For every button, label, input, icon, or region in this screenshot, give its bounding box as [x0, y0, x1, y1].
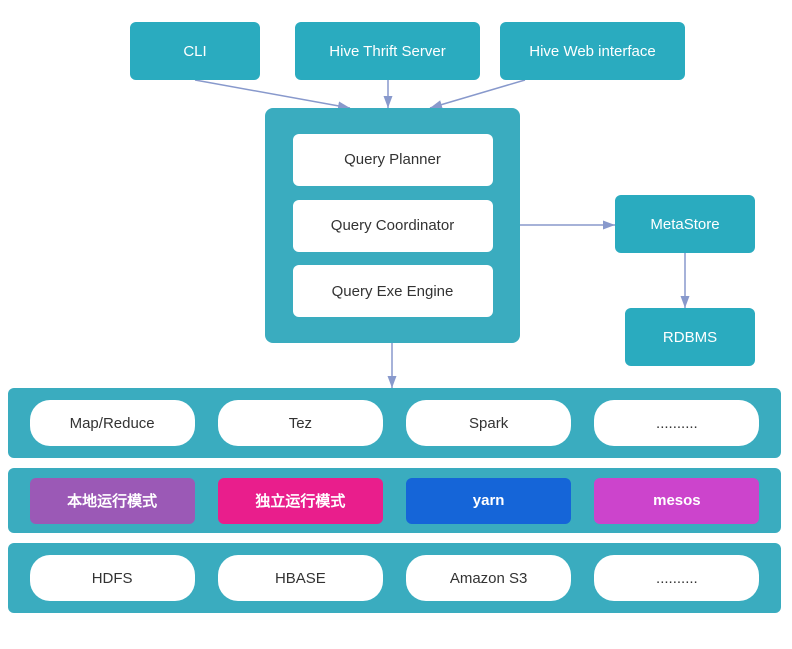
- query-coordinator-label: Query Coordinator: [331, 217, 454, 234]
- exec-other: ..........: [594, 400, 759, 446]
- mode-standalone: 独立运行模式: [218, 478, 383, 524]
- cli-label: CLI: [183, 43, 206, 60]
- storage-other: ..........: [594, 555, 759, 601]
- storage-row: HDFS HBASE Amazon S3 ..........: [8, 543, 781, 613]
- driver-box: Query Planner Query Coordinator Query Ex…: [265, 108, 520, 343]
- metastore-label: MetaStore: [650, 216, 719, 233]
- exec-engines-row: Map/Reduce Tez Spark ..........: [8, 388, 781, 458]
- exec-tez: Tez: [218, 400, 383, 446]
- hive-thrift-label: Hive Thrift Server: [329, 43, 445, 60]
- mode-local: 本地运行模式: [30, 478, 195, 524]
- query-planner-box: Query Planner: [293, 134, 493, 186]
- query-exe-engine-box: Query Exe Engine: [293, 265, 493, 317]
- exec-mapreduce: Map/Reduce: [30, 400, 195, 446]
- rdbms-label: RDBMS: [663, 329, 717, 346]
- storage-hbase: HBASE: [218, 555, 383, 601]
- query-planner-label: Query Planner: [344, 151, 441, 168]
- mode-mesos: mesos: [594, 478, 759, 524]
- query-coordinator-box: Query Coordinator: [293, 200, 493, 252]
- mode-yarn: yarn: [406, 478, 571, 524]
- run-modes-row: 本地运行模式 独立运行模式 yarn mesos: [8, 468, 781, 533]
- storage-s3: Amazon S3: [406, 555, 571, 601]
- diagram-container: CLI Hive Thrift Server Hive Web interfac…: [0, 0, 792, 649]
- rdbms-box: RDBMS: [625, 308, 755, 366]
- exec-spark: Spark: [406, 400, 571, 446]
- hive-thrift-box: Hive Thrift Server: [295, 22, 480, 80]
- query-exe-engine-label: Query Exe Engine: [332, 283, 454, 300]
- metastore-box: MetaStore: [615, 195, 755, 253]
- hive-web-label: Hive Web interface: [529, 43, 655, 60]
- cli-box: CLI: [130, 22, 260, 80]
- hive-web-box: Hive Web interface: [500, 22, 685, 80]
- storage-hdfs: HDFS: [30, 555, 195, 601]
